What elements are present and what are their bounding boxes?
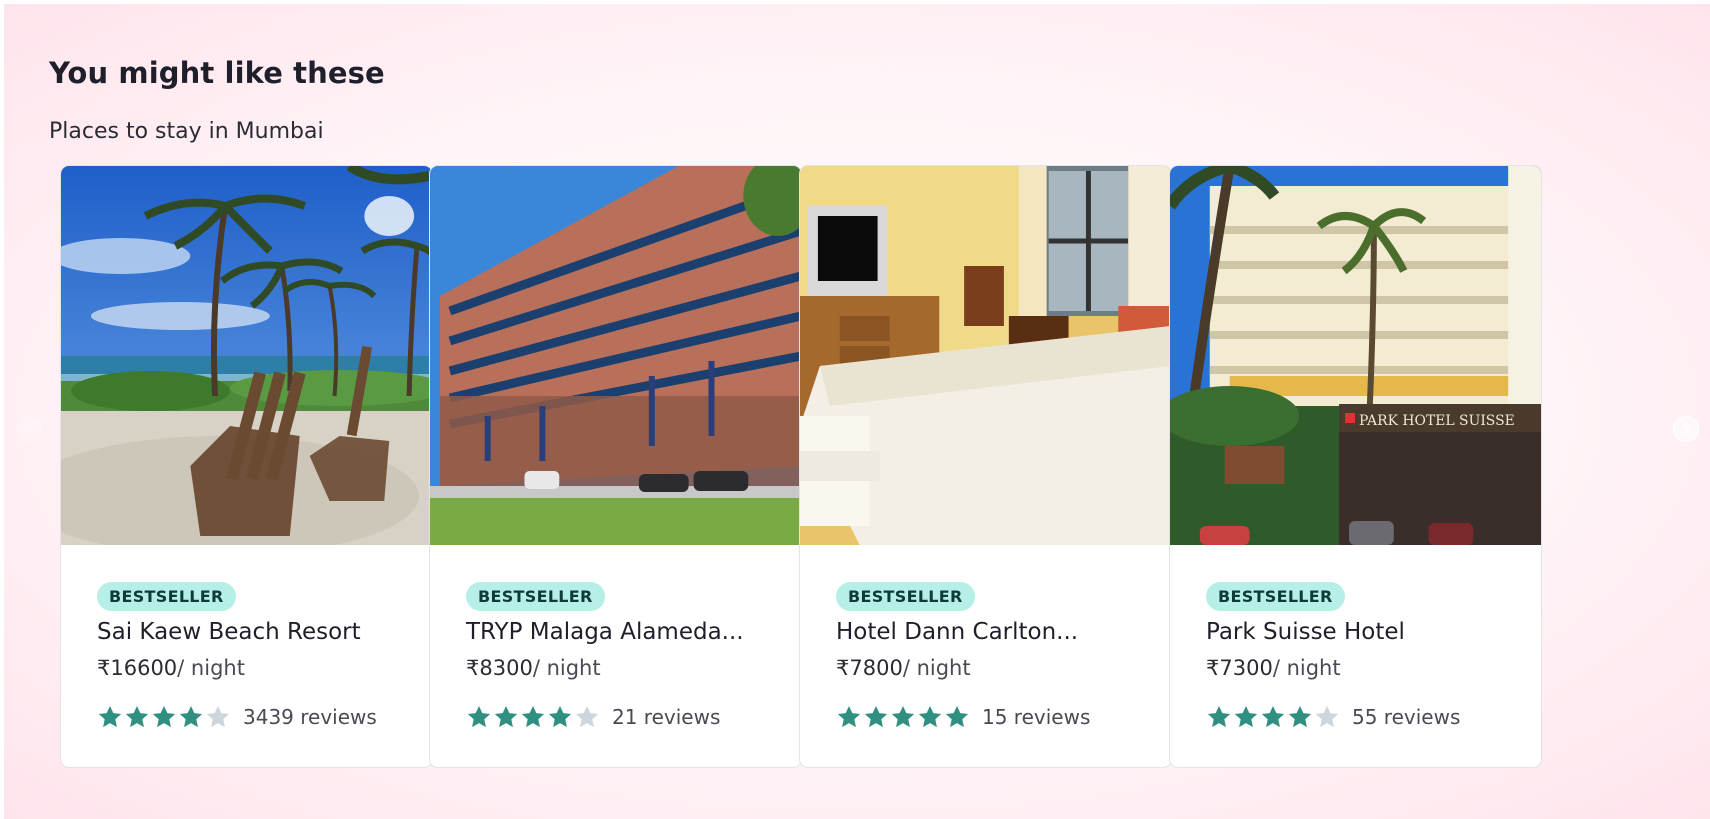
- star-filled-icon: [945, 705, 969, 728]
- price-unit: / night: [532, 656, 601, 680]
- star-filled-icon: [521, 705, 545, 728]
- section-subtitle: Places to stay in Mumbai: [49, 119, 324, 144]
- star-filled-icon: [467, 705, 491, 728]
- review-count[interactable]: 55 reviews: [1352, 705, 1460, 729]
- carousel-next-button[interactable]: [1673, 416, 1699, 442]
- price-amount: ₹8300: [466, 656, 533, 680]
- hotel-sign-text: PARK HOTEL SUISSE: [1359, 413, 1515, 429]
- bestseller-badge: BESTSELLER: [97, 582, 236, 611]
- star-filled-icon: [494, 705, 518, 728]
- star-empty-icon: [1315, 705, 1339, 728]
- star-empty-icon: [206, 705, 230, 728]
- hotel-building-photo: [430, 166, 801, 545]
- star-filled-icon: [891, 705, 915, 728]
- recommendations-section: You might like these Places to stay in M…: [4, 4, 1710, 819]
- hotel-facade-photo: PARK HOTEL SUISSE: [1170, 166, 1541, 545]
- rating-row: 3439 reviews: [97, 703, 377, 731]
- beach-chairs-photo: [61, 166, 432, 545]
- star-filled-icon: [837, 705, 861, 728]
- star-empty-icon: [575, 705, 599, 728]
- review-count[interactable]: 3439 reviews: [243, 705, 377, 729]
- star-filled-icon: [98, 705, 122, 728]
- price-amount: ₹7800: [836, 656, 903, 680]
- star-filled-icon: [864, 705, 888, 728]
- star-rating: [97, 704, 231, 730]
- hotel-name[interactable]: Hotel Dann Carlton...: [836, 619, 1156, 645]
- price-unit: / night: [902, 656, 971, 680]
- hotel-room-photo: [800, 166, 1171, 545]
- review-count[interactable]: 15 reviews: [982, 705, 1090, 729]
- star-filled-icon: [1234, 705, 1258, 728]
- hotel-name[interactable]: Park Suisse Hotel: [1206, 619, 1526, 645]
- carousel-prev-button[interactable]: [16, 416, 42, 442]
- chevron-right-icon: [1683, 423, 1691, 435]
- bestseller-badge: BESTSELLER: [466, 582, 605, 611]
- review-count[interactable]: 21 reviews: [612, 705, 720, 729]
- star-filled-icon: [152, 705, 176, 728]
- hotel-card[interactable]: BESTSELLER Sai Kaew Beach Resort ₹16600/…: [60, 165, 433, 768]
- star-filled-icon: [918, 705, 942, 728]
- bestseller-badge: BESTSELLER: [1206, 582, 1345, 611]
- hotel-card[interactable]: BESTSELLER Hotel Dann Carlton... ₹7800/ …: [799, 165, 1172, 768]
- chevron-left-icon: [24, 423, 32, 435]
- hotel-card[interactable]: PARK HOTEL SUISSE BESTSELLER Park Suisse…: [1169, 165, 1542, 768]
- star-filled-icon: [179, 705, 203, 728]
- rating-row: 55 reviews: [1206, 703, 1460, 731]
- bestseller-badge: BESTSELLER: [836, 582, 975, 611]
- hotel-price: ₹7300/ night: [1206, 656, 1341, 680]
- rating-row: 15 reviews: [836, 703, 1090, 731]
- star-rating: [1206, 704, 1340, 730]
- hotel-card[interactable]: BESTSELLER TRYP Malaga Alameda... ₹8300/…: [429, 165, 802, 768]
- star-filled-icon: [548, 705, 572, 728]
- hotel-price: ₹7800/ night: [836, 656, 971, 680]
- hotel-price: ₹16600/ night: [97, 656, 245, 680]
- star-filled-icon: [1288, 705, 1312, 728]
- hotel-price: ₹8300/ night: [466, 656, 601, 680]
- star-rating: [466, 704, 600, 730]
- price-unit: / night: [1272, 656, 1341, 680]
- rating-row: 21 reviews: [466, 703, 720, 731]
- star-filled-icon: [125, 705, 149, 728]
- star-rating: [836, 704, 970, 730]
- section-title: You might like these: [49, 56, 385, 90]
- star-filled-icon: [1261, 705, 1285, 728]
- star-filled-icon: [1207, 705, 1231, 728]
- price-amount: ₹16600: [97, 656, 178, 680]
- hotel-name[interactable]: TRYP Malaga Alameda...: [466, 619, 786, 645]
- price-amount: ₹7300: [1206, 656, 1273, 680]
- price-unit: / night: [177, 656, 245, 680]
- hotel-name[interactable]: Sai Kaew Beach Resort: [97, 619, 417, 645]
